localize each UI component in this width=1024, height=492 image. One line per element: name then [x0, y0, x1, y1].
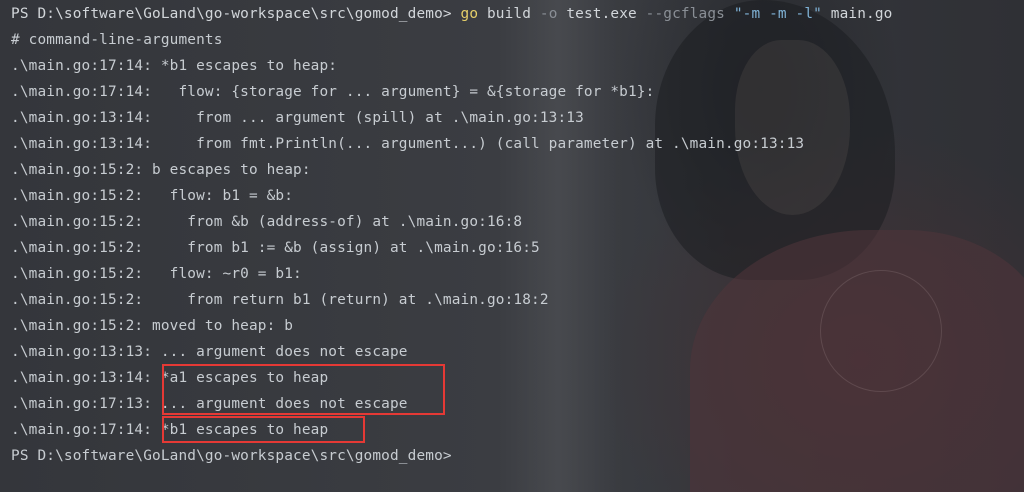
output-line: .\main.go:13:14: from ... argument (spil… [11, 110, 584, 126]
output-line: .\main.go:17:14: *b1 escapes to heap [11, 422, 329, 438]
final-prompt[interactable]: PS D:\software\GoLand\go-workspace\src\g… [11, 443, 452, 469]
background-figure-face [735, 40, 850, 215]
command-line[interactable]: PS D:\software\GoLand\go-workspace\src\g… [11, 1, 892, 27]
output-line: .\main.go:17:14: flow: {storage for ... … [11, 84, 655, 100]
output-line: .\main.go:17:14: *b1 escapes to heap: [11, 58, 338, 74]
output-line: .\main.go:15:2: from return b1 (return) … [11, 292, 549, 308]
output-line: # command-line-arguments [11, 32, 223, 48]
output-line: .\main.go:15:2: moved to heap: b [11, 318, 294, 334]
terminal-window[interactable]: PS D:\software\GoLand\go-workspace\src\g… [0, 0, 1024, 492]
output-line: .\main.go:15:2: from &b (address-of) at … [11, 214, 523, 230]
background-flower-pattern [820, 270, 942, 392]
flag-value-string: "-m -m -l" [733, 6, 822, 22]
flag-output: -o [539, 6, 558, 22]
output-line: .\main.go:13:14: *a1 escapes to heap [11, 370, 329, 386]
command-build: build [478, 6, 540, 22]
output-line: .\main.go:17:13: ... argument does not e… [11, 396, 408, 412]
command-go: go [460, 6, 479, 22]
output-line: .\main.go:15:2: flow: ~r0 = b1: [11, 266, 302, 282]
output-line: .\main.go:13:14: from fmt.Println(... ar… [11, 136, 805, 152]
command-file: main.go [821, 6, 893, 22]
output-line: .\main.go:13:13: ... argument does not e… [11, 344, 408, 360]
prompt-path: PS D:\software\GoLand\go-workspace\src\g… [11, 6, 452, 22]
output-line: .\main.go:15:2: flow: b1 = &b: [11, 188, 294, 204]
command-exe: test.exe [557, 6, 646, 22]
output-line: .\main.go:15:2: from b1 := &b (assign) a… [11, 240, 540, 256]
output-line: .\main.go:15:2: b escapes to heap: [11, 162, 311, 178]
flag-gcflags: --gcflags [645, 6, 725, 22]
